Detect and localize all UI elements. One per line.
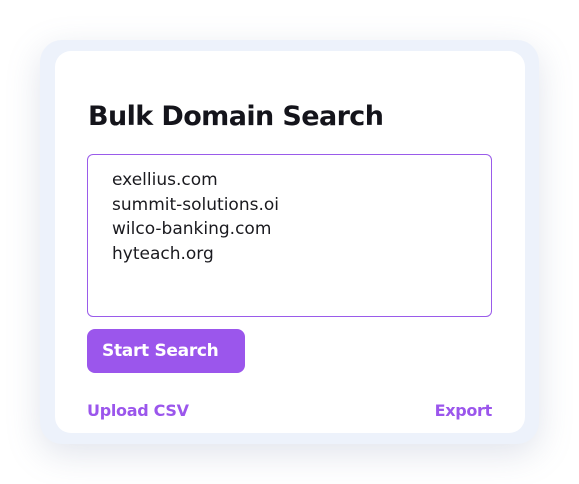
domain-line: exellius.com [112,170,218,190]
upload-csv-link[interactable]: Upload CSV [87,401,189,420]
domain-line: wilco-banking.com [112,219,272,240]
domain-line: summit-solutions.oi [112,194,279,215]
page-title: Bulk Domain Search [88,101,384,132]
export-link[interactable]: Export [435,401,493,420]
domains-textarea[interactable]: exellius.com summit-solutions.oi wilco-b… [87,154,492,317]
domain-line: hyteach.org [112,244,214,265]
start-search-button[interactable]: Start Search [87,329,245,373]
bulk-domain-search-card: Bulk Domain Search exellius.com summit-s… [55,51,525,433]
